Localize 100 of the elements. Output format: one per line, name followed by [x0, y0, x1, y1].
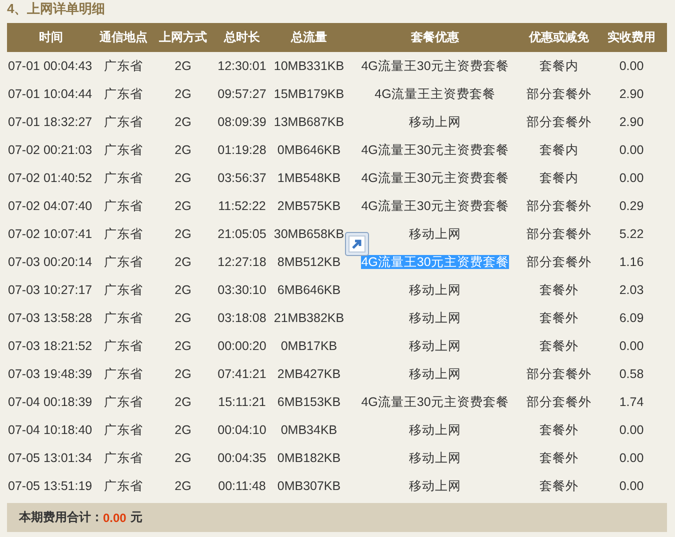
table-cell: 5.22: [619, 227, 644, 241]
table-cell: 07-03 18:21:52: [8, 339, 92, 353]
table-cell: 12:27:18: [218, 255, 266, 269]
table-cell: 套餐外: [540, 338, 578, 352]
table-cell: 4G流量王30元主资费套餐: [361, 58, 509, 72]
table-cell: 移动上网: [409, 282, 461, 296]
table-cell: 套餐内: [540, 58, 578, 72]
table-cell: 移动上网: [409, 478, 461, 492]
column-header: 时间: [7, 23, 95, 52]
table-cell: 08:09:39: [218, 115, 266, 129]
table-cell: 广东省: [104, 422, 143, 436]
table-cell: 03:30:10: [218, 283, 266, 297]
table-cell: 部分套餐外: [526, 86, 592, 100]
table-cell: 广东省: [104, 338, 143, 352]
table-cell: 6MB153KB: [277, 395, 341, 409]
table-cell: 13MB687KB: [274, 115, 344, 129]
currency-unit: 元: [130, 509, 142, 526]
table-cell: 6MB646KB: [277, 283, 341, 297]
table-cell: 1.16: [619, 255, 644, 269]
table-cell: 广东省: [104, 198, 143, 212]
table-cell: 套餐内: [540, 142, 578, 156]
total-label: 本期费用合计：: [19, 509, 103, 526]
table-cell: 0.58: [619, 367, 644, 381]
table-cell: 0.00: [619, 171, 644, 185]
table-cell: 套餐外: [540, 450, 578, 464]
table-cell: 6.09: [619, 311, 644, 325]
table-cell: 00:00:20: [218, 339, 266, 353]
column-header: 总流量: [270, 23, 348, 52]
table-cell: 移动上网: [409, 114, 461, 128]
table-cell: 2G: [174, 283, 192, 297]
column-header: 实收费用: [596, 23, 667, 52]
table-cell: 12:30:01: [218, 59, 266, 73]
table-cell: 07-02 10:07:41: [8, 227, 92, 241]
table-cell: 4G流量王主资费套餐: [374, 86, 496, 100]
table-cell: 01:19:28: [218, 143, 266, 157]
table-cell: 0MB646KB: [277, 143, 341, 157]
table-cell: 0MB182KB: [277, 451, 341, 465]
section-title: 4、上网详单明细: [6, 0, 106, 18]
total-amount: 0.00: [103, 510, 126, 524]
table-cell: 部分套餐外: [526, 366, 592, 380]
table-cell: 广东省: [104, 366, 143, 380]
table-cell: 广东省: [104, 114, 143, 128]
table-cell: 10MB331KB: [274, 59, 344, 73]
table-cell: 0MB307KB: [277, 479, 341, 493]
table-cell: 2G: [174, 255, 192, 269]
table-cell: 8MB512KB: [277, 255, 341, 269]
table-cell: 2G: [174, 339, 192, 353]
table-cell: 2G: [174, 423, 192, 437]
table-cell: 00:11:48: [218, 479, 266, 493]
table-cell: 广东省: [104, 254, 143, 268]
table-cell: 套餐内: [540, 170, 578, 184]
table-cell: 移动上网: [409, 422, 461, 436]
table-cell: 07-03 00:20:14: [8, 255, 92, 269]
table-cell: 部分套餐外: [526, 226, 592, 240]
table-cell: 2.90: [619, 87, 644, 101]
table-cell: 广东省: [104, 282, 143, 296]
table-cell: 15:11:21: [218, 395, 266, 409]
table-cell: 15MB179KB: [274, 87, 344, 101]
table-cell: 07-01 10:04:44: [8, 87, 92, 101]
table-cell: 0.29: [619, 199, 644, 213]
table-cell: 部分套餐外: [526, 254, 592, 268]
table-cell: 07-04 00:18:39: [8, 395, 92, 409]
table-cell: 1MB548KB: [277, 171, 341, 185]
table-cell: 07-02 01:40:52: [8, 171, 92, 185]
column-header: 通信地点: [95, 23, 152, 52]
table-cell: 07-05 13:01:34: [8, 451, 92, 465]
table-cell: 0.00: [619, 143, 644, 157]
table-cell: 0.00: [619, 451, 644, 465]
table-cell: 套餐外: [540, 422, 578, 436]
table-cell: 0.00: [619, 479, 644, 493]
table-cell: 2G: [174, 311, 192, 325]
table-cell: 广东省: [104, 226, 143, 240]
table-cell: 2G: [174, 395, 192, 409]
table-cell: 广东省: [104, 142, 143, 156]
table-cell: 0.00: [619, 423, 644, 437]
table-cell: 2.03: [619, 283, 644, 297]
table-cell: 2G: [174, 59, 192, 73]
table-cell: 2G: [174, 479, 192, 493]
table-cell: 07-03 10:27:17: [8, 283, 92, 297]
table-cell: 移动上网: [409, 310, 461, 324]
table-cell: 07:41:21: [218, 367, 266, 381]
table-cell: 套餐外: [540, 310, 578, 324]
table-cell: 30MB658KB: [274, 227, 344, 241]
table-cell: 套餐外: [540, 478, 578, 492]
table-cell: 03:18:08: [218, 311, 266, 325]
column-header: 优惠或减免: [522, 23, 596, 52]
column-header: 总时长: [214, 23, 270, 52]
table-cell: 07-05 13:51:19: [8, 479, 92, 493]
table-cell: 广东省: [104, 170, 143, 184]
table-cell: 11:52:22: [218, 199, 266, 213]
table-cell: 部分套餐外: [526, 198, 592, 212]
table-cell: 00:04:35: [218, 451, 266, 465]
table-cell: 07-01 18:32:27: [8, 115, 92, 129]
table-cell: 4G流量王30元主资费套餐: [361, 170, 509, 184]
table-cell: 2G: [174, 115, 192, 129]
table-cell: 广东省: [104, 478, 143, 492]
table-cell: 2MB427KB: [277, 367, 341, 381]
table-cell: 2G: [174, 227, 192, 241]
table-cell: 09:57:27: [218, 87, 266, 101]
table-cell: 广东省: [104, 58, 143, 72]
